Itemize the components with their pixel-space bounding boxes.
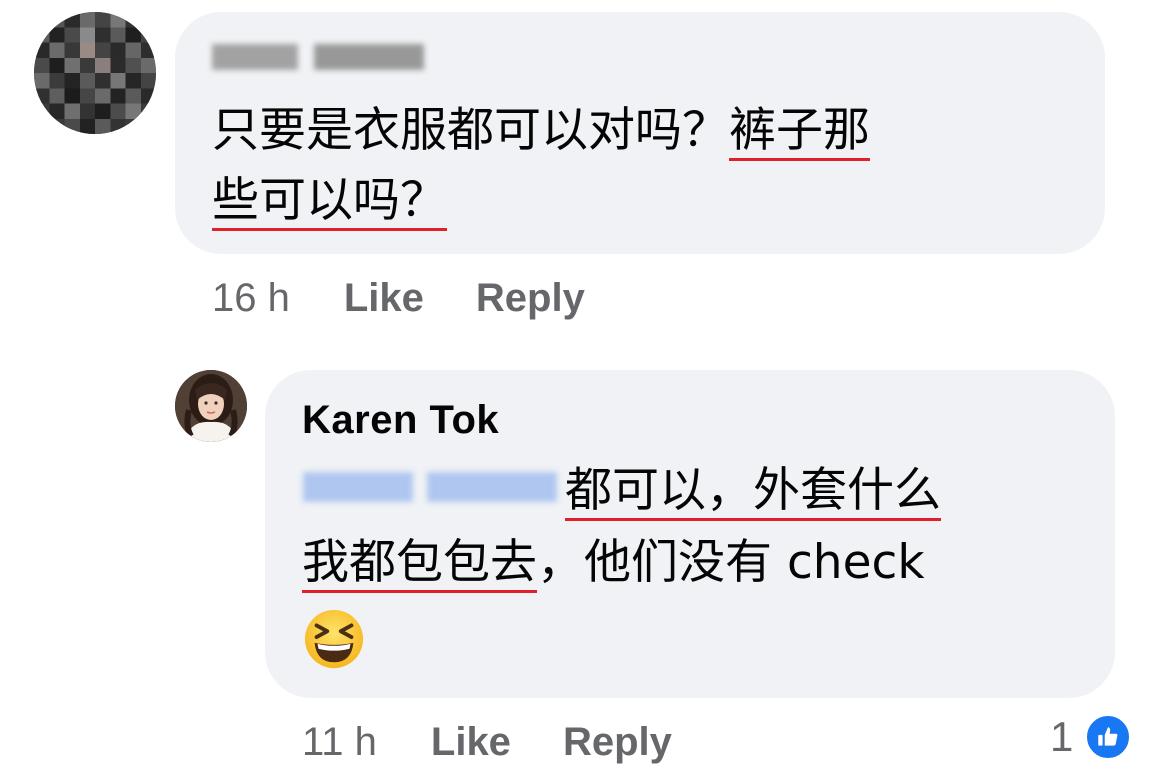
blurred-text-block	[427, 472, 557, 502]
blurred-text-block	[303, 472, 413, 502]
reply-button[interactable]: Reply	[563, 720, 672, 765]
reply-text-line-2: 我都包包去，他们没有 check	[302, 528, 925, 598]
blurred-text-block	[314, 44, 424, 70]
comment-actions: 16 h Like Reply	[212, 276, 585, 321]
commenter-avatar-pixelated-icon[interactable]	[34, 12, 156, 134]
reply-text-underlined: 都可以，外套什么	[565, 463, 941, 518]
comment-text-underlined: 些可以吗？	[212, 173, 447, 228]
reply-actions: 11 h Like Reply	[302, 720, 672, 765]
comment-text-line-2: 些可以吗？	[212, 166, 447, 236]
reaction-summary[interactable]: 1	[1050, 712, 1134, 762]
comment-text-underlined: 裤子那	[729, 103, 870, 158]
like-button[interactable]: Like	[344, 276, 424, 321]
commenter-name-blurred[interactable]	[212, 44, 424, 70]
mention-tag-blurred[interactable]	[303, 472, 557, 502]
like-button[interactable]: Like	[431, 720, 511, 765]
comment-text-plain: 只要是衣服都可以对吗？	[212, 103, 729, 158]
thumbs-up-icon	[1083, 712, 1134, 762]
reply-button[interactable]: Reply	[476, 276, 585, 321]
comment-timestamp[interactable]: 16 h	[212, 276, 290, 321]
reply-author-name[interactable]: Karen Tok	[302, 398, 499, 443]
reply-text-underlined: 我都包包去	[302, 535, 537, 590]
comment-text-line-1: 只要是衣服都可以对吗？裤子那	[212, 96, 870, 166]
comment-thread: 只要是衣服都可以对吗？裤子那 些可以吗？ 16 h Like Reply Kar…	[0, 0, 1170, 778]
grinning-squinting-emoji-icon	[303, 608, 365, 670]
reply-text-plain: ，他们没有 check	[537, 535, 925, 590]
karen-tok-avatar[interactable]	[175, 370, 247, 442]
reaction-count: 1	[1050, 713, 1074, 760]
reply-timestamp[interactable]: 11 h	[302, 720, 377, 765]
reply-text-line-1: 都可以，外套什么	[565, 456, 941, 526]
blurred-text-block	[212, 44, 298, 70]
